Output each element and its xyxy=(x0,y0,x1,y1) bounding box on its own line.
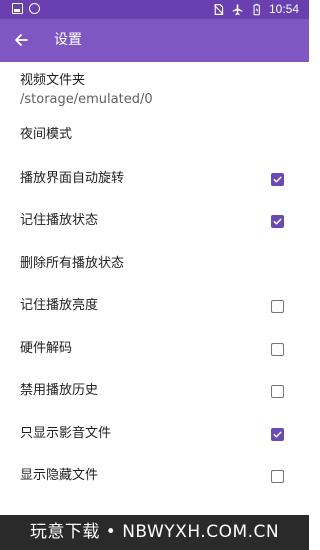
setting-label: 视频文件夹 xyxy=(20,73,86,88)
remember-brightness-checkbox[interactable] xyxy=(271,300,284,313)
setting-remember-playback-state[interactable]: 记住播放状态 xyxy=(0,201,309,244)
setting-label: 记住播放亮度 xyxy=(20,298,99,313)
hardware-decoding-checkbox[interactable] xyxy=(271,342,284,356)
app-bar: 设置 xyxy=(0,19,309,62)
media-only-checkbox[interactable] xyxy=(271,427,284,441)
auto-rotate-checkbox[interactable] xyxy=(271,172,284,186)
setting-label: 记住播放状态 xyxy=(20,213,99,228)
settings-list: 视频文件夹 /storage/emulated/0 夜间模式 播放界面自动旋转 … xyxy=(0,62,309,499)
watermark-banner: 玩意下载 • NBWYXH.COM.CN xyxy=(0,515,309,550)
battery-icon xyxy=(253,3,260,15)
setting-delete-playback-states[interactable]: 删除所有播放状态 xyxy=(0,244,309,287)
setting-media-only[interactable]: 只显示影音文件 xyxy=(0,414,309,457)
sync-notification-icon xyxy=(29,3,40,14)
show-hidden-checkbox[interactable] xyxy=(271,470,284,483)
setting-label: 禁用播放历史 xyxy=(20,383,99,398)
setting-label: 显示隐藏文件 xyxy=(20,468,99,483)
airplane-mode-icon xyxy=(232,3,243,15)
image-notification-icon xyxy=(12,3,23,14)
setting-summary: /storage/emulated/0 xyxy=(20,92,153,107)
arrow-left-icon xyxy=(15,34,28,46)
setting-label: 只显示影音文件 xyxy=(20,425,112,441)
status-bar: 10:54 xyxy=(0,0,309,19)
checkmark-icon xyxy=(273,176,282,183)
checkmark-icon xyxy=(273,431,282,438)
setting-video-folder[interactable]: 视频文件夹 /storage/emulated/0 xyxy=(0,62,309,116)
clock: 10:54 xyxy=(268,2,299,16)
setting-hardware-decoding[interactable]: 硬件解码 xyxy=(0,329,309,372)
page-title: 设置 xyxy=(54,32,82,48)
setting-label: 夜间模式 xyxy=(20,127,73,142)
setting-label: 播放界面自动旋转 xyxy=(20,170,125,186)
setting-label: 删除所有播放状态 xyxy=(20,255,125,271)
setting-remember-brightness[interactable]: 记住播放亮度 xyxy=(0,286,309,329)
setting-show-hidden-files[interactable]: 显示隐藏文件 xyxy=(0,456,309,499)
remember-state-checkbox[interactable] xyxy=(271,215,284,228)
checkmark-icon xyxy=(273,218,282,225)
setting-disable-history[interactable]: 禁用播放历史 xyxy=(0,371,309,414)
setting-auto-rotate[interactable]: 播放界面自动旋转 xyxy=(0,159,309,202)
setting-label: 硬件解码 xyxy=(20,340,73,356)
no-sim-icon xyxy=(214,3,224,15)
disable-history-checkbox[interactable] xyxy=(271,385,284,398)
back-button[interactable] xyxy=(10,29,32,51)
setting-night-mode[interactable]: 夜间模式 xyxy=(0,116,309,159)
